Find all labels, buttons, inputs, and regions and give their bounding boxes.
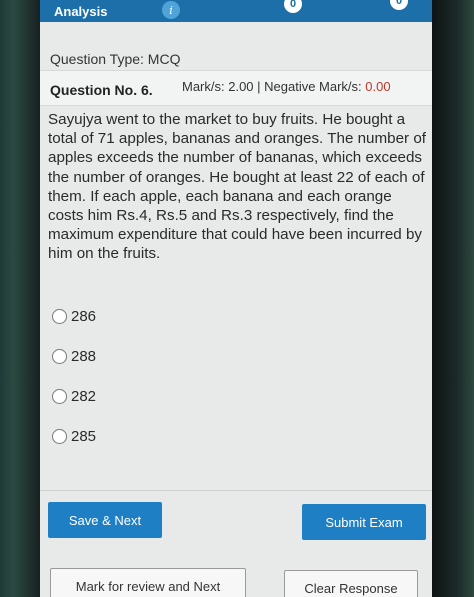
marks-text: Mark/s: 2.00 | Negative Mark/s: (182, 79, 366, 94)
option-2[interactable]: 288 (52, 336, 412, 376)
device-bezel-right (430, 0, 474, 597)
question-nav-icon[interactable]: 0 (284, 0, 302, 13)
exam-screen: Analysis i 0 0 Question Type: MCQ Questi… (40, 0, 432, 597)
option-label: 288 (71, 347, 97, 365)
question-nav-icon-2[interactable]: 0 (390, 0, 408, 10)
save-next-button[interactable]: Save & Next (48, 502, 162, 538)
radio-button[interactable] (52, 308, 67, 324)
device-bezel-left (0, 0, 44, 597)
top-bar: Analysis i 0 0 (40, 0, 432, 22)
submit-exam-button[interactable]: Submit Exam (302, 504, 426, 540)
radio-button[interactable] (52, 348, 67, 364)
radio-button[interactable] (52, 428, 67, 444)
info-icon[interactable]: i (162, 1, 180, 19)
question-number: Question No. 6. (50, 82, 153, 98)
option-label: 285 (71, 427, 97, 445)
question-header: Question No. 6. Mark/s: 2.00 | Negative … (40, 70, 432, 106)
marks-info: Mark/s: 2.00 | Negative Mark/s: 0.00 (182, 79, 391, 94)
answer-options: 286 288 282 285 (52, 296, 412, 456)
option-label: 282 (71, 387, 97, 405)
radio-button[interactable] (52, 388, 67, 404)
question-text: Sayujya went to the market to buy fruits… (48, 111, 426, 263)
option-4[interactable]: 285 (52, 416, 412, 456)
analysis-tab[interactable]: Analysis (54, 4, 107, 19)
clear-response-button[interactable]: Clear Response (284, 570, 418, 597)
option-3[interactable]: 282 (52, 376, 412, 416)
mark-review-next-button[interactable]: Mark for review and Next (50, 568, 246, 597)
negative-marks-value: 0.00 (365, 79, 391, 94)
divider (40, 490, 432, 491)
question-type-label: Question Type: MCQ (50, 51, 181, 67)
option-1[interactable]: 286 (52, 296, 412, 336)
option-label: 286 (71, 307, 97, 325)
